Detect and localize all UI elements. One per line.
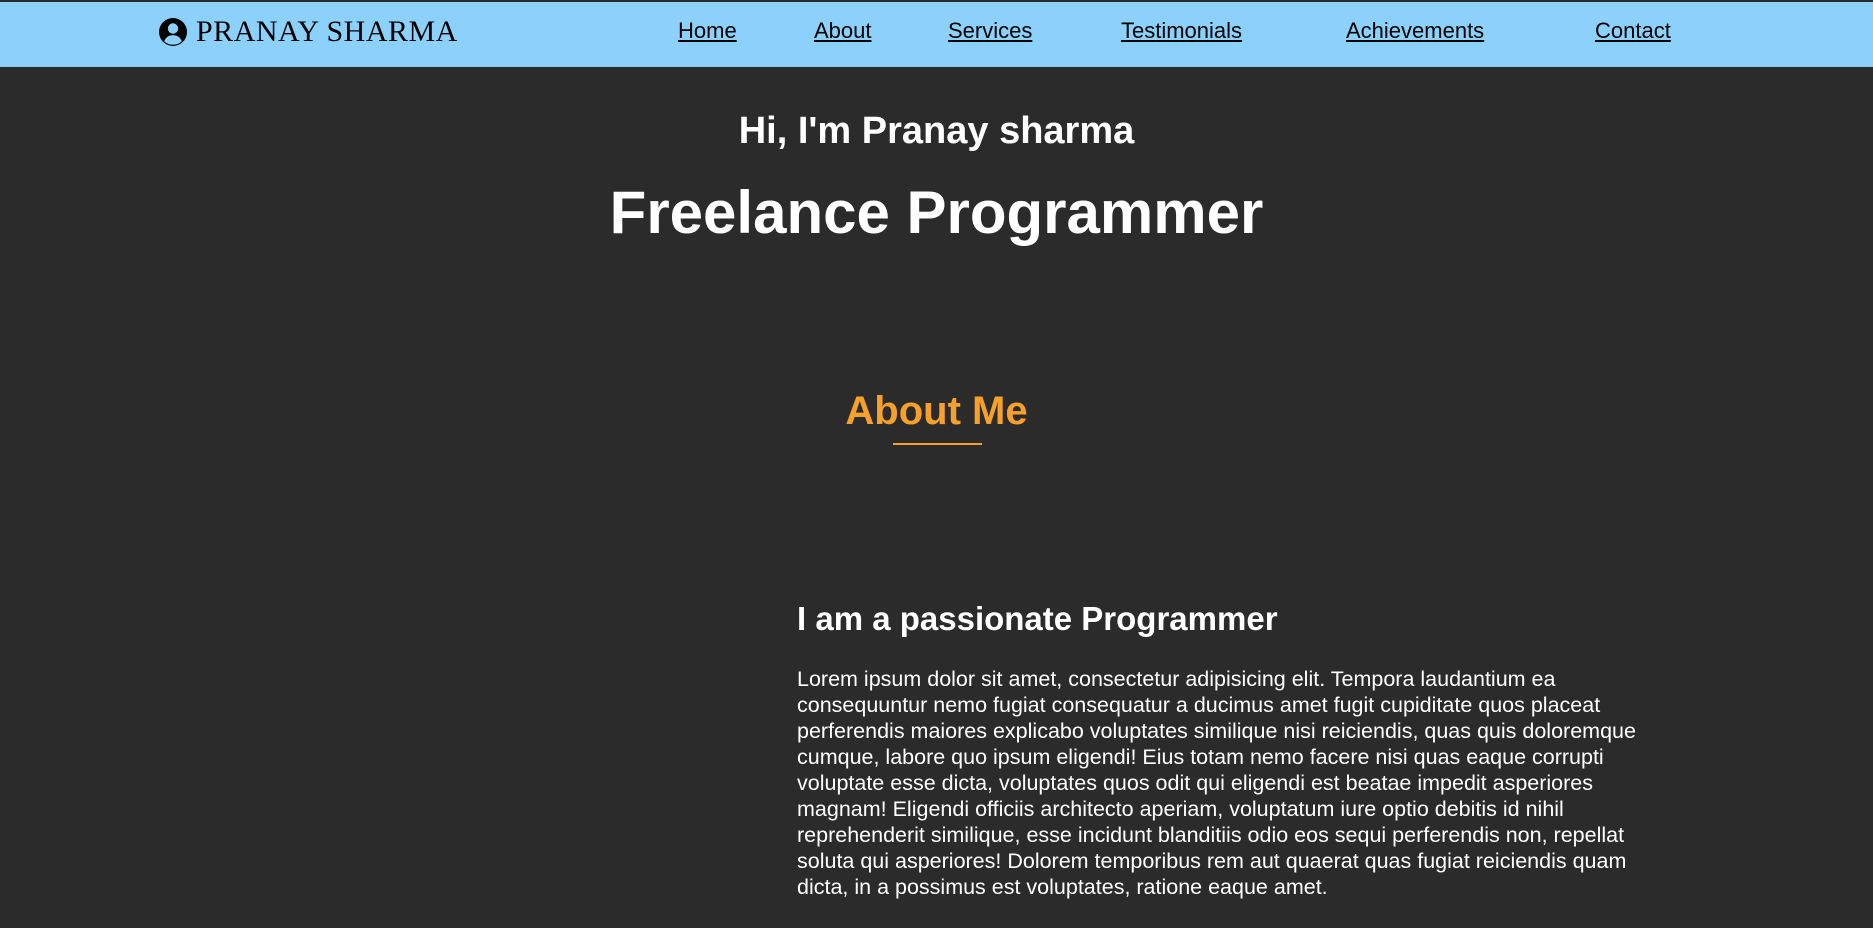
nav-link-achievements[interactable]: Achievements — [1346, 18, 1484, 44]
hero-greeting: Hi, I'm Pranay sharma — [738, 110, 1135, 152]
nav-link-home[interactable]: Home — [678, 18, 737, 44]
navbar: PRANAY SHARMA Home About Services Testim… — [0, 2, 1873, 67]
hero-title: Freelance Programmer — [609, 179, 1264, 246]
nav-link-testimonials[interactable]: Testimonials — [1121, 18, 1242, 44]
nav-link-services[interactable]: Services — [948, 18, 1032, 44]
nav-link-contact[interactable]: Contact — [1595, 18, 1671, 44]
logo[interactable]: PRANAY SHARMA — [158, 16, 458, 48]
about-heading: I am a passionate Programmer — [797, 600, 1278, 637]
user-circle-icon — [159, 18, 187, 46]
logo-text: PRANAY SHARMA — [196, 15, 458, 48]
nav-link-about[interactable]: About — [814, 18, 872, 44]
about-section-title: About Me — [845, 389, 1028, 433]
about-paragraph: Lorem ipsum dolor sit amet, consectetur … — [797, 667, 1636, 899]
section-title-underline — [893, 443, 982, 445]
